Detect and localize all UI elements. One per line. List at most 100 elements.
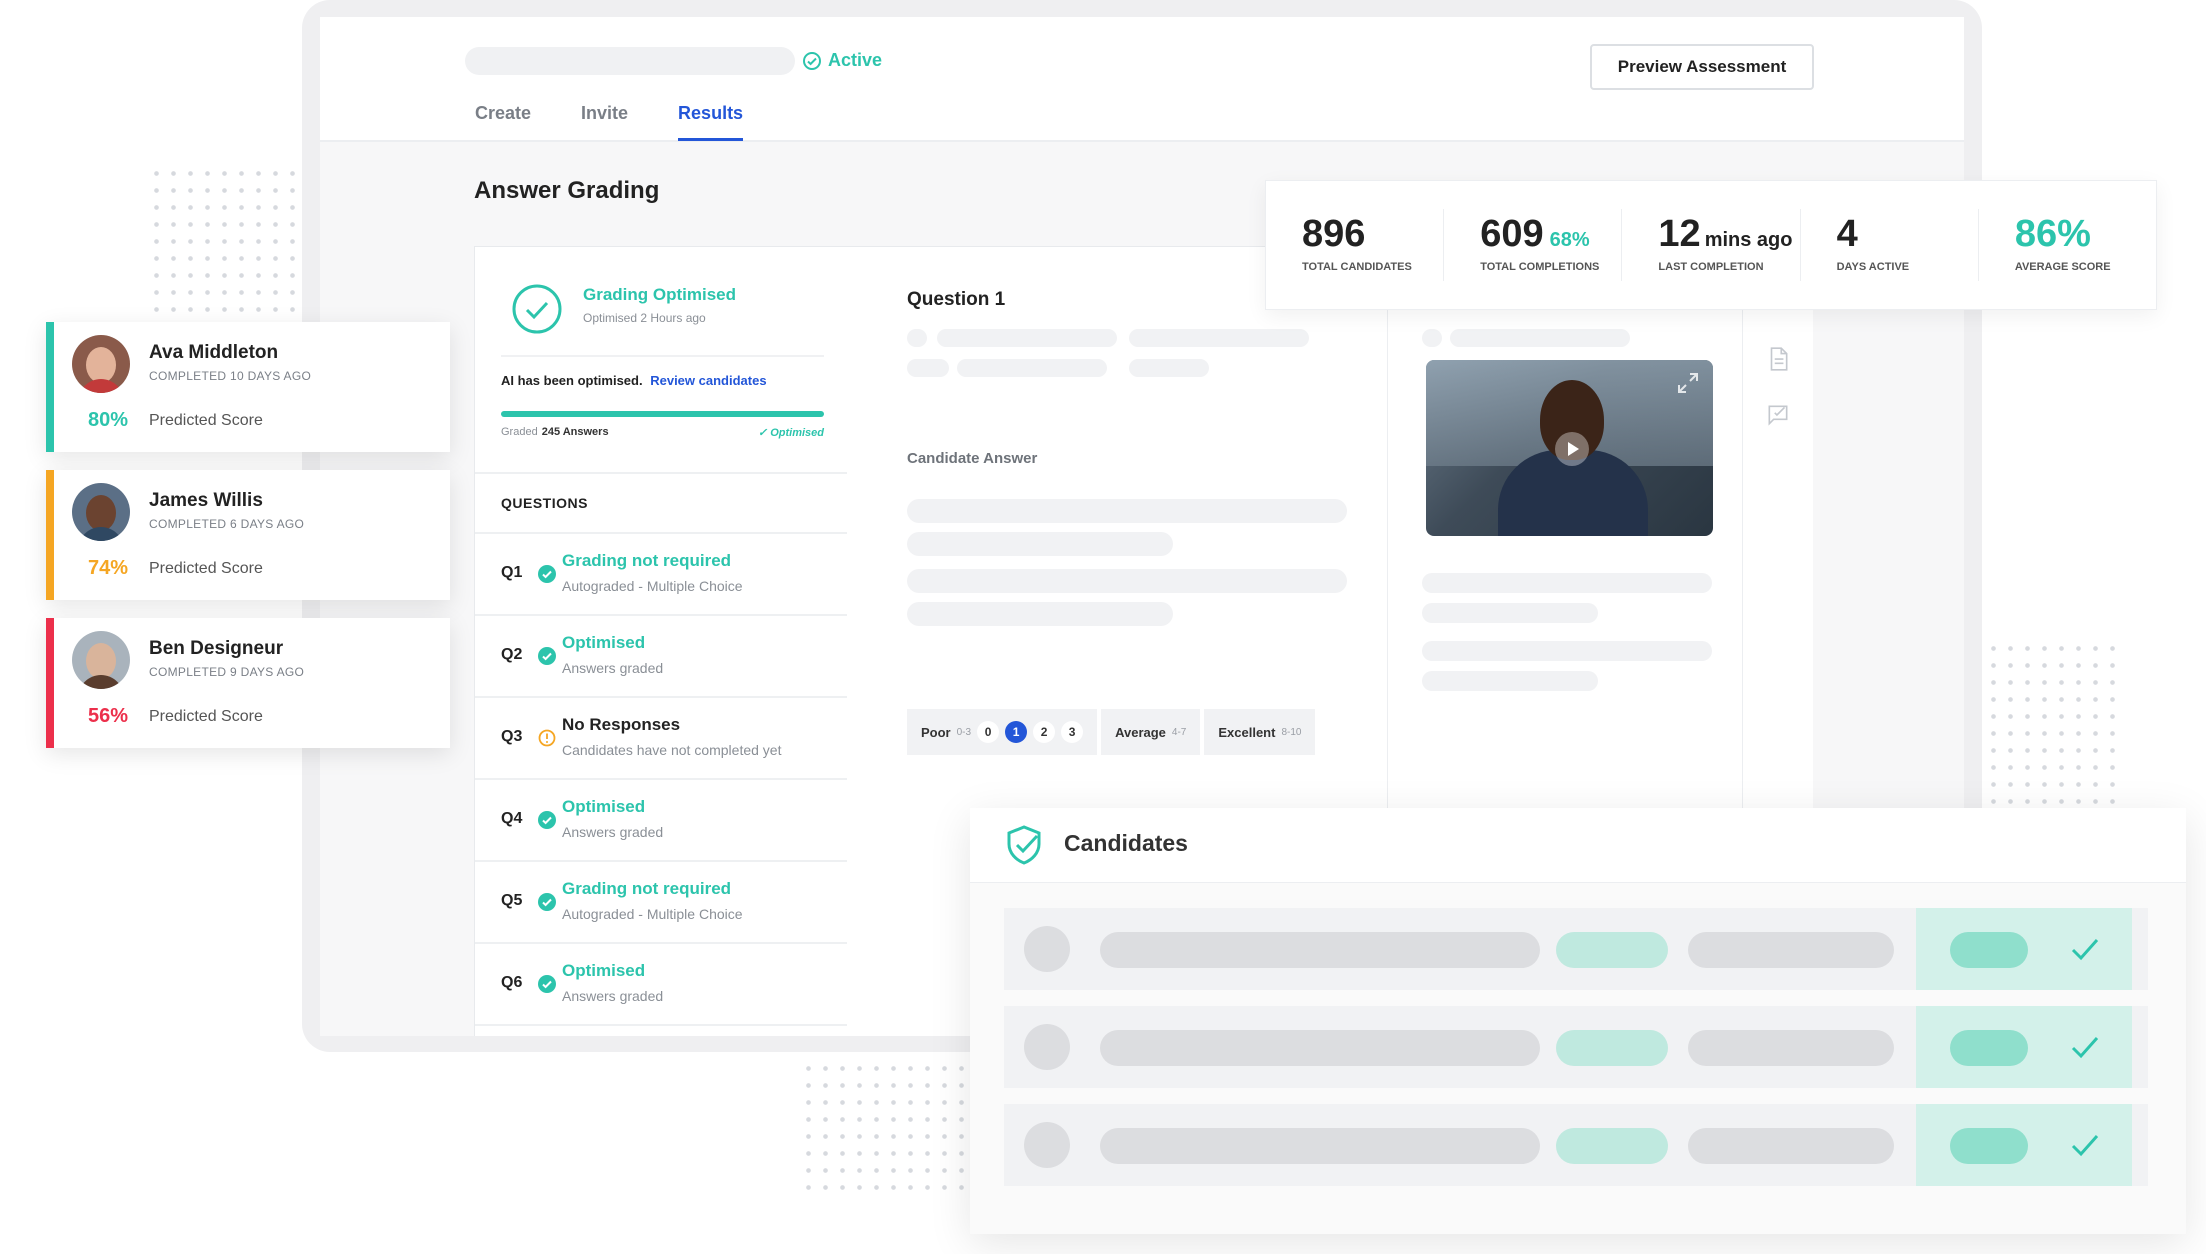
question-number: Q2: [501, 646, 523, 663]
question-row[interactable]: Q5 Grading not required Autograded - Multi…: [475, 862, 848, 944]
selection-cell[interactable]: [1916, 908, 2132, 990]
question-status: Grading not required: [562, 879, 732, 898]
questions-header: QUESTIONS: [475, 474, 848, 534]
question-row[interactable]: Q1 Grading not required Autograded - Multi…: [475, 534, 848, 616]
optimised-label: ✓ Optimised: [757, 427, 824, 439]
text-placeholder: [1422, 573, 1712, 593]
text-placeholder: [1688, 1128, 1894, 1164]
stat-value: 86%: [2014, 213, 2091, 255]
check-icon[interactable]: [2068, 1030, 2102, 1064]
score-option-selected[interactable]: 1: [1005, 721, 1028, 743]
score-option[interactable]: 3: [1061, 721, 1084, 743]
tab-create[interactable]: Create: [475, 103, 531, 141]
candidate-row[interactable]: [1004, 1104, 2148, 1186]
question-substatus: Autograded - Multiple Choice: [562, 906, 743, 922]
text-placeholder: [957, 359, 1107, 377]
score-color-bar: [46, 470, 54, 600]
candidate-video[interactable]: [1426, 360, 1713, 536]
text-placeholder: [1129, 359, 1209, 377]
answer-placeholder: [907, 532, 1173, 556]
status-pill-placeholder: [1950, 1030, 2028, 1066]
scale-excellent-range: 8-10: [1281, 726, 1302, 738]
grading-summary: Grading Optimised Optimised 2 Hours ago …: [475, 247, 848, 474]
candidate-row[interactable]: [1004, 908, 2148, 990]
stat-days-active: 4 DAYS ACTIVE: [1801, 209, 1979, 281]
tab-bar: Create Invite Results: [475, 103, 793, 141]
candidate-card[interactable]: James Willis COMPLETED 6 DAYS AGO 74% Pr…: [46, 470, 450, 600]
score-option[interactable]: 0: [977, 721, 1000, 743]
answer-placeholder: [907, 499, 1347, 523]
text-placeholder: [1100, 932, 1540, 968]
document-icon[interactable]: [1765, 346, 1791, 372]
stat-last-completion: 12 mins ago LAST COMPLETION: [1622, 209, 1801, 281]
play-icon[interactable]: [1555, 432, 1589, 466]
question-status: Optimised: [562, 961, 646, 980]
scale-excellent[interactable]: Excellent 8-10: [1204, 709, 1316, 755]
question-number: Q4: [501, 810, 523, 827]
question-row[interactable]: Q6 Optimised Answers graded: [475, 944, 848, 1026]
stat-total-completions: 609 68% TOTAL COMPLETIONS: [1444, 209, 1623, 281]
avatar-face: [86, 347, 116, 383]
question-row[interactable]: Q2 Optimised Answers graded: [475, 616, 848, 698]
scale-average-range: 4-7: [1171, 726, 1187, 738]
predicted-score: 56%: [88, 705, 129, 727]
stat-value-wrap: 12 mins ago: [1658, 213, 1792, 256]
question-substatus: Answers graded: [562, 824, 664, 840]
graded-label: Graded: [501, 426, 538, 438]
stat-value: 896: [1302, 213, 1366, 255]
graded-value: 245 Answers: [541, 426, 609, 438]
candidate-card[interactable]: Ben Designeur COMPLETED 9 DAYS AGO 56% P…: [46, 618, 450, 748]
text-placeholder: [1422, 603, 1598, 623]
stat-value: 4: [1836, 213, 1858, 255]
top-bar: Active Preview Assessment Create Invite …: [320, 17, 1964, 142]
stats-card: 896 TOTAL CANDIDATES 609 68% TOTAL COMPLE…: [1265, 180, 2157, 310]
text-placeholder: [1129, 329, 1309, 347]
candidate-card[interactable]: Ava Middleton COMPLETED 10 DAYS AGO 80% …: [46, 322, 450, 452]
question-status: Grading not required: [562, 551, 732, 570]
score-color-bar: [46, 618, 54, 748]
question-substatus: Autograded - Multiple Choice: [562, 578, 743, 594]
completion-date: COMPLETED 6 DAYS AGO: [149, 517, 305, 531]
shield-check-icon: [1007, 825, 1041, 865]
candidate-name: James Willis: [149, 490, 263, 511]
completion-date: COMPLETED 10 DAYS AGO: [149, 369, 312, 383]
tab-invite[interactable]: Invite: [581, 103, 628, 141]
predicted-score-label: Predicted Score: [149, 708, 263, 725]
stat-label: DAYS ACTIVE: [1836, 261, 1910, 273]
scale-poor[interactable]: Poor 0-3 0 1 2 3: [907, 709, 1098, 755]
preview-assessment-button[interactable]: Preview Assessment: [1590, 44, 1814, 90]
stat-value: 609: [1480, 213, 1544, 255]
text-placeholder: [1100, 1128, 1540, 1164]
scale-average[interactable]: Average 4-7: [1101, 709, 1201, 755]
divider: [501, 355, 824, 357]
selection-cell[interactable]: [1916, 1104, 2132, 1186]
status-label: Active: [828, 50, 883, 70]
tab-results[interactable]: Results: [678, 103, 744, 141]
predicted-score: 80%: [88, 409, 129, 431]
avatar-shoulders: [78, 675, 124, 689]
check-circle-icon: [538, 893, 556, 911]
stat-average-score: 86% AVERAGE SCORE: [1979, 209, 2156, 281]
grading-subtitle: Optimised 2 Hours ago: [583, 311, 706, 325]
status-pill-placeholder: [1950, 932, 2028, 968]
expand-icon[interactable]: [1677, 372, 1699, 394]
predicted-score-label: Predicted Score: [149, 412, 263, 429]
text-placeholder: [1422, 329, 1442, 347]
question-row[interactable]: Q4 Optimised Answers graded: [475, 780, 848, 862]
avatar-shoulders: [78, 379, 124, 393]
review-candidates-link[interactable]: Review candidates: [650, 373, 766, 388]
avatar: [72, 483, 130, 541]
candidates-panel: Candidates: [970, 808, 2186, 1234]
selection-cell[interactable]: [1916, 1006, 2132, 1088]
check-icon[interactable]: [2068, 932, 2102, 966]
question-title: Question 1: [907, 289, 1006, 310]
comment-check-icon[interactable]: [1765, 402, 1791, 428]
score-option[interactable]: 2: [1033, 721, 1056, 743]
question-row[interactable]: Q3 No Responses Candidates have not comple…: [475, 698, 848, 780]
predicted-score-label: Predicted Score: [149, 560, 263, 577]
candidate-row[interactable]: [1004, 1006, 2148, 1088]
check-circle-icon: [803, 51, 821, 70]
check-icon[interactable]: [2068, 1128, 2102, 1162]
avatar-placeholder: [1024, 926, 1070, 972]
check-circle-icon: [538, 811, 556, 829]
